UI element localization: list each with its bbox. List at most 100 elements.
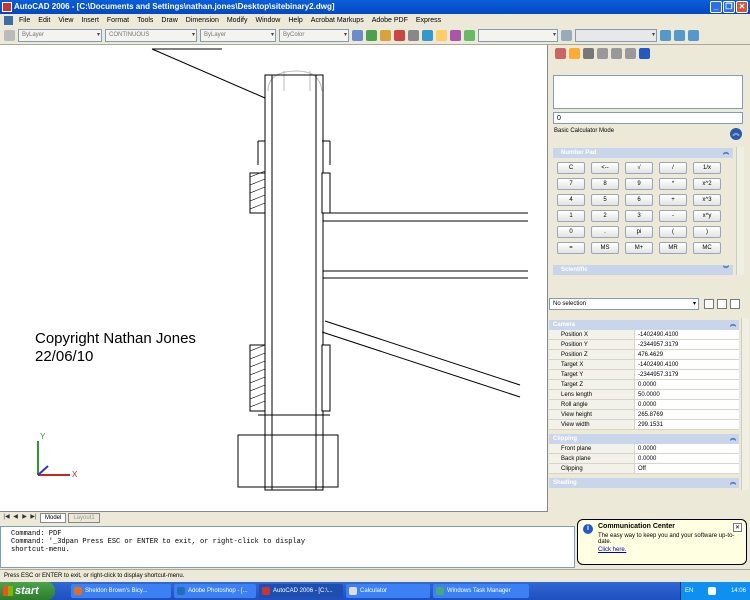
key-sqrt[interactable]: √: [625, 162, 653, 174]
prev-tab-arrow-icon[interactable]: ◀: [11, 513, 20, 522]
key-pi[interactable]: pi: [625, 226, 653, 238]
tab-model[interactable]: Model: [40, 512, 67, 523]
distance-icon[interactable]: [597, 47, 608, 59]
collapse-chevron-icon[interactable]: ︽: [730, 320, 736, 330]
property-row[interactable]: Front plane 0.0000: [549, 444, 739, 454]
key-1[interactable]: 1: [557, 210, 585, 222]
property-value[interactable]: 0.0000: [635, 444, 739, 453]
designcenter-icon[interactable]: [422, 30, 433, 41]
quick-select-icon[interactable]: [730, 299, 740, 309]
restore-button[interactable]: ❐: [723, 1, 735, 13]
shading-group-header[interactable]: Shading ︽: [549, 478, 739, 488]
menu-draw[interactable]: Draw: [157, 17, 181, 24]
menu-express[interactable]: Express: [412, 17, 445, 24]
property-row[interactable]: Clipping Off: [549, 464, 739, 474]
key-4[interactable]: 4: [557, 194, 585, 206]
key-6[interactable]: 6: [625, 194, 653, 206]
layer-color-icon[interactable]: [4, 30, 15, 41]
task-calculator[interactable]: Calculator: [346, 584, 430, 598]
clipping-group-header[interactable]: Clipping ︽: [549, 434, 739, 444]
property-value[interactable]: -1402490.4100: [635, 360, 739, 369]
menu-format[interactable]: Format: [103, 17, 133, 24]
property-row[interactable]: Back plane 0.0000: [549, 454, 739, 464]
balloon-link[interactable]: Click here.: [598, 547, 740, 553]
close-icon[interactable]: ✕: [733, 523, 742, 532]
camera-group-header[interactable]: Camera ︽: [549, 320, 739, 330]
key-0[interactable]: 0: [557, 226, 585, 238]
key-8[interactable]: 8: [591, 178, 619, 190]
select-objects-icon[interactable]: [717, 299, 727, 309]
tray-icon[interactable]: [708, 587, 717, 595]
property-row[interactable]: Target Y -2344957.3179: [549, 370, 739, 380]
autocad-app-icon[interactable]: [2, 2, 12, 12]
key-power[interactable]: x^y: [693, 210, 721, 222]
key-3[interactable]: 3: [625, 210, 653, 222]
menu-view[interactable]: View: [54, 17, 77, 24]
key-close-paren[interactable]: ): [693, 226, 721, 238]
intersection-icon[interactable]: [625, 47, 636, 59]
lineweight-combo[interactable]: ByLayer: [200, 29, 276, 42]
property-row[interactable]: Target Z 0.0000: [549, 380, 739, 390]
key-minus[interactable]: -: [659, 210, 687, 222]
property-row[interactable]: Roll angle 0.0000: [549, 400, 739, 410]
key-5[interactable]: 5: [591, 194, 619, 206]
menu-file[interactable]: File: [15, 17, 34, 24]
search-combo[interactable]: [478, 29, 558, 42]
markup-icon[interactable]: [450, 30, 461, 41]
property-row[interactable]: Position Z 476.4629: [549, 350, 739, 360]
key-clear[interactable]: C: [557, 162, 585, 174]
toggle-pickadd-icon[interactable]: [704, 299, 714, 309]
key-multiply[interactable]: *: [659, 178, 687, 190]
properties-icon[interactable]: [408, 30, 419, 41]
task-autocad[interactable]: AutoCAD 2006 - [C:\...: [259, 584, 343, 598]
drawing-area[interactable]: Y X Copyright Nathan Jones 22/06/10: [0, 45, 548, 511]
property-value[interactable]: -2344957.3179: [635, 370, 739, 379]
property-value[interactable]: 299.1531: [635, 420, 739, 429]
first-tab-arrow-icon[interactable]: |◀: [2, 513, 11, 522]
menu-insert[interactable]: Insert: [77, 17, 103, 24]
menu-adobe-pdf[interactable]: Adobe PDF: [368, 17, 412, 24]
angle-icon[interactable]: [611, 47, 622, 59]
key-decimal[interactable]: .: [591, 226, 619, 238]
property-value[interactable]: 0.0000: [635, 454, 739, 463]
key-7[interactable]: 7: [557, 178, 585, 190]
property-value[interactable]: 265.8769: [635, 410, 739, 419]
render-icon[interactable]: [394, 30, 405, 41]
property-value[interactable]: Off: [635, 464, 739, 473]
menu-tools[interactable]: Tools: [133, 17, 157, 24]
key-cube[interactable]: x^3: [693, 194, 721, 206]
command-window[interactable]: Command: PDF Command: '_3dpan Press ESC …: [0, 526, 575, 568]
task-photoshop[interactable]: Adobe Photoshop - [...: [174, 584, 256, 598]
collapse-chevron-icon[interactable]: ︽: [730, 434, 736, 444]
property-row[interactable]: Position X -1402490.4100: [549, 330, 739, 340]
calc-input-field[interactable]: 0: [553, 112, 743, 124]
property-value[interactable]: 0.0000: [635, 400, 739, 409]
expand-chevron-icon[interactable]: ︾: [723, 265, 729, 275]
layer-combo[interactable]: ByLayer: [18, 29, 102, 42]
next-tab-arrow-icon[interactable]: ▶: [20, 513, 29, 522]
collapse-chevron-icon[interactable]: ︽: [730, 128, 742, 140]
tab-layout1[interactable]: Layout1: [68, 512, 100, 523]
last-tab-arrow-icon[interactable]: ▶|: [29, 513, 38, 522]
key-2[interactable]: 2: [591, 210, 619, 222]
plotstyle-combo[interactable]: ByColor: [279, 29, 349, 42]
property-row[interactable]: View height 265.8769: [549, 410, 739, 420]
start-button[interactable]: start: [0, 582, 55, 600]
key-memory-recall[interactable]: MR: [659, 242, 687, 254]
property-value[interactable]: 476.4629: [635, 350, 739, 359]
linetype-combo[interactable]: CONTINUOUS: [105, 29, 197, 42]
find-icon[interactable]: [561, 30, 572, 41]
collapse-chevron-icon[interactable]: ︽: [730, 478, 736, 488]
property-value[interactable]: 50.0000: [635, 390, 739, 399]
menu-edit[interactable]: Edit: [34, 17, 54, 24]
property-value[interactable]: 0.0000: [635, 380, 739, 389]
key-open-paren[interactable]: (: [659, 226, 687, 238]
zoom-icon[interactable]: [366, 30, 377, 41]
close-button[interactable]: ✕: [736, 1, 748, 13]
pan-icon[interactable]: [352, 30, 363, 41]
menu-modify[interactable]: Modify: [223, 17, 252, 24]
language-indicator[interactable]: EN: [685, 588, 693, 594]
key-9[interactable]: 9: [625, 178, 653, 190]
task-task-manager[interactable]: Windows Task Manager: [433, 584, 529, 598]
menu-dimension[interactable]: Dimension: [182, 17, 223, 24]
